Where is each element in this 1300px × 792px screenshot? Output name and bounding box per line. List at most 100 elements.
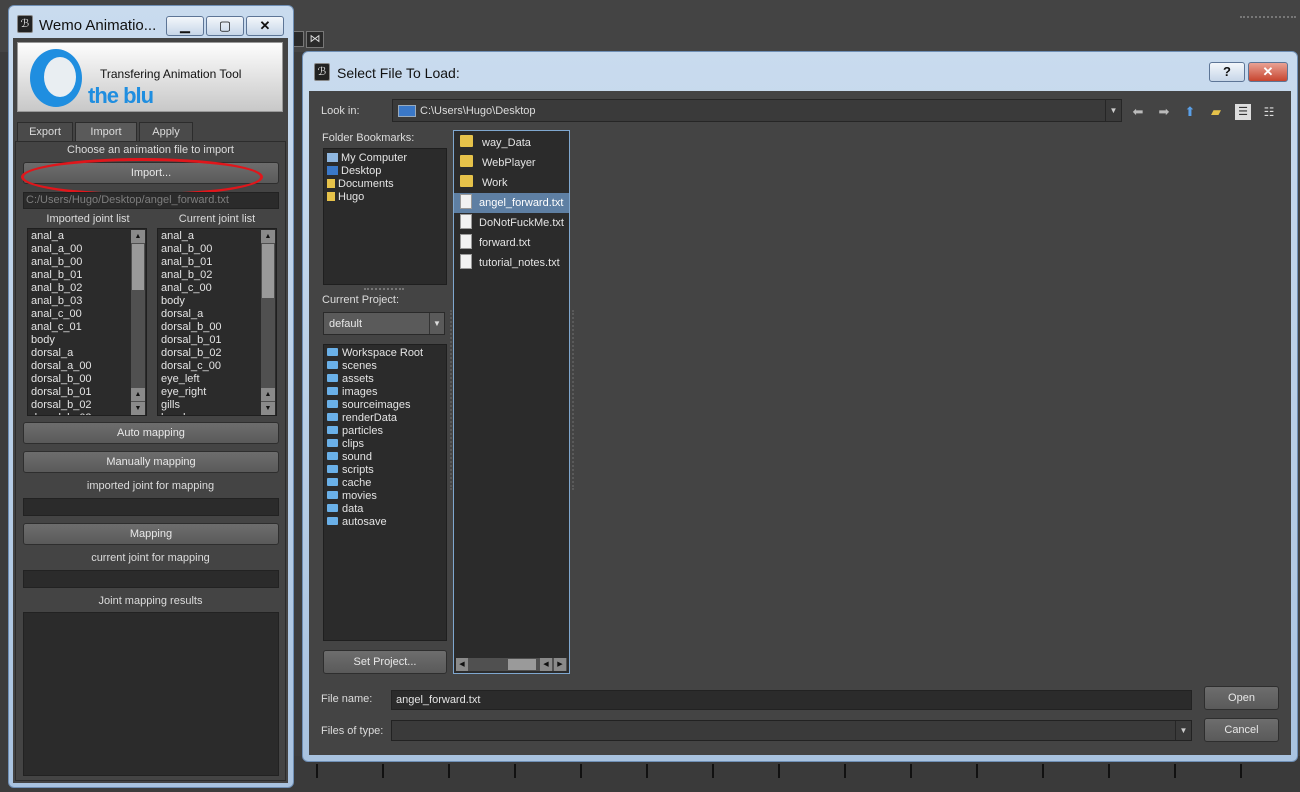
current-joint-field[interactable] xyxy=(23,570,279,588)
project-folder-item[interactable]: particles xyxy=(324,425,446,438)
chevron-down-icon[interactable]: ▼ xyxy=(1175,721,1191,740)
scroll-thumb[interactable] xyxy=(262,244,274,298)
new-folder-icon[interactable]: ▰ xyxy=(1208,104,1224,120)
project-folder-item[interactable]: images xyxy=(324,386,446,399)
project-folder-item[interactable]: Workspace Root xyxy=(324,347,446,360)
wemo-maximize-button[interactable]: ▢ xyxy=(206,16,244,36)
project-folder-item[interactable]: sourceimages xyxy=(324,399,446,412)
current-joint-item[interactable]: anal_b_00 xyxy=(158,243,276,256)
current-joint-list[interactable]: anal_a anal_b_00 anal_b_01 anal_b_02 anal_c_… xyxy=(157,228,277,416)
list-view-icon[interactable]: ☰ xyxy=(1235,104,1251,120)
folder-item[interactable]: Work xyxy=(454,173,569,193)
current-joint-item[interactable]: dorsal_c_00 xyxy=(158,360,276,373)
folder-item[interactable]: WebPlayer xyxy=(454,153,569,173)
splitter-handle[interactable] xyxy=(572,310,574,490)
files-of-type-combo[interactable]: ▼ xyxy=(391,720,1192,741)
scroll-down-icon[interactable]: ▼ xyxy=(261,402,275,415)
project-folders-list[interactable]: Workspace Root scenes assets images sourceim… xyxy=(323,344,447,641)
set-project-button[interactable]: Set Project... xyxy=(323,650,447,674)
share-icon[interactable]: ⋈ xyxy=(306,31,324,48)
imported-joint-item[interactable]: anal_c_01 xyxy=(28,321,146,334)
file-list[interactable]: way_Data WebPlayer Work angel_forward.txt Do… xyxy=(453,130,570,674)
forward-arrow-icon[interactable]: ➡ xyxy=(1156,104,1172,120)
bookmarks-list[interactable]: My Computer Desktop Documents Hugo xyxy=(323,148,447,285)
cancel-button[interactable]: Cancel xyxy=(1204,718,1279,742)
current-joint-item[interactable]: anal_c_00 xyxy=(158,282,276,295)
tab-export[interactable]: Export xyxy=(17,122,73,141)
imported-joint-item[interactable]: anal_a_00 xyxy=(28,243,146,256)
scroll-up-icon[interactable]: ▲ xyxy=(261,388,275,401)
tab-import[interactable]: Import xyxy=(75,122,137,141)
results-area[interactable] xyxy=(23,612,279,776)
current-joint-item[interactable]: anal_a xyxy=(158,230,276,243)
file-item[interactable]: DoNotFuckMe.txt xyxy=(454,213,569,233)
bookmark-desktop[interactable]: Desktop xyxy=(324,165,446,178)
current-joint-item[interactable]: eye_left xyxy=(158,373,276,386)
current-joint-item[interactable]: anal_b_01 xyxy=(158,256,276,269)
project-folder-item[interactable]: cache xyxy=(324,477,446,490)
current-joint-item[interactable]: gills xyxy=(158,399,276,412)
scroll-down-icon[interactable]: ▼ xyxy=(131,402,145,415)
imported-joint-item[interactable]: anal_b_03 xyxy=(28,295,146,308)
bookmark-hugo[interactable]: Hugo xyxy=(324,191,446,204)
imported-list-scrollbar[interactable]: ▲ ▲ ▼ xyxy=(131,230,145,415)
wemo-minimize-button[interactable]: ▁ xyxy=(166,16,204,36)
scroll-up-icon[interactable]: ▲ xyxy=(131,388,145,401)
project-folder-item[interactable]: renderData xyxy=(324,412,446,425)
current-list-scrollbar[interactable]: ▲ ▲ ▼ xyxy=(261,230,275,415)
file-name-input[interactable]: angel_forward.txt xyxy=(391,690,1192,710)
imported-joint-item[interactable]: anal_b_00 xyxy=(28,256,146,269)
imported-joint-item[interactable]: dorsal_a xyxy=(28,347,146,360)
file-item[interactable]: angel_forward.txt xyxy=(454,193,569,213)
imported-joint-item[interactable]: dorsal_a_00 xyxy=(28,360,146,373)
help-button[interactable]: ? xyxy=(1209,62,1245,82)
splitter-handle[interactable] xyxy=(364,288,404,291)
imported-joint-item[interactable]: dorsal_b_00 xyxy=(28,373,146,386)
file-item[interactable]: tutorial_notes.txt xyxy=(454,253,569,273)
project-folder-item[interactable]: movies xyxy=(324,490,446,503)
detail-view-icon[interactable]: ☷ xyxy=(1261,104,1277,120)
horizontal-scrollbar[interactable]: ◀ ◀ ▶ xyxy=(456,658,567,671)
current-joint-item[interactable]: dorsal_b_00 xyxy=(158,321,276,334)
imported-joint-list[interactable]: anal_a anal_a_00 anal_b_00 anal_b_01 anal_b_… xyxy=(27,228,147,416)
file-path-field[interactable]: C:/Users/Hugo/Desktop/angel_forward.txt xyxy=(23,192,279,209)
scroll-left-icon[interactable]: ◀ xyxy=(540,658,552,671)
imported-joint-field[interactable] xyxy=(23,498,279,516)
project-folder-item[interactable]: scripts xyxy=(324,464,446,477)
chevron-down-icon[interactable]: ▼ xyxy=(429,313,444,334)
scroll-up-icon[interactable]: ▲ xyxy=(131,230,145,243)
project-folder-item[interactable]: sound xyxy=(324,451,446,464)
imported-joint-item[interactable]: dorsal_b_02 xyxy=(28,399,146,412)
imported-joint-item[interactable]: anal_a xyxy=(28,230,146,243)
chevron-down-icon[interactable]: ▼ xyxy=(1105,100,1121,121)
tab-apply[interactable]: Apply xyxy=(139,122,193,141)
auto-mapping-button[interactable]: Auto mapping xyxy=(23,422,279,444)
current-project-combo[interactable]: default ▼ xyxy=(323,312,445,335)
imported-joint-item[interactable]: dorsal_b_01 xyxy=(28,386,146,399)
manual-mapping-button[interactable]: Manually mapping xyxy=(23,451,279,473)
scroll-left-icon[interactable]: ◀ xyxy=(456,658,468,671)
imported-joint-item[interactable]: body xyxy=(28,334,146,347)
current-joint-item[interactable]: body xyxy=(158,295,276,308)
scroll-thumb[interactable] xyxy=(132,244,144,290)
file-item[interactable]: forward.txt xyxy=(454,233,569,253)
project-folder-item[interactable]: scenes xyxy=(324,360,446,373)
imported-joint-item[interactable]: dorsal_b_03 xyxy=(28,412,146,415)
scroll-thumb[interactable] xyxy=(508,659,536,670)
imported-joint-item[interactable]: anal_b_01 xyxy=(28,269,146,282)
scroll-right-icon[interactable]: ▶ xyxy=(554,658,566,671)
bookmark-documents[interactable]: Documents xyxy=(324,178,446,191)
open-button[interactable]: Open xyxy=(1204,686,1279,710)
current-joint-item[interactable]: dorsal_a xyxy=(158,308,276,321)
up-folder-icon[interactable]: ⬆ xyxy=(1182,104,1198,120)
mapping-button[interactable]: Mapping xyxy=(23,523,279,545)
look-in-combo[interactable]: C:\Users\Hugo\Desktop ▼ xyxy=(392,99,1122,122)
bookmark-my-computer[interactable]: My Computer xyxy=(324,152,446,165)
imported-joint-item[interactable]: anal_c_00 xyxy=(28,308,146,321)
scroll-up-icon[interactable]: ▲ xyxy=(261,230,275,243)
current-joint-item[interactable]: head xyxy=(158,412,276,415)
wemo-close-button[interactable]: ✕ xyxy=(246,16,284,36)
folder-item[interactable]: way_Data xyxy=(454,133,569,153)
project-folder-item[interactable]: autosave xyxy=(324,516,446,529)
current-joint-item[interactable]: dorsal_b_01 xyxy=(158,334,276,347)
